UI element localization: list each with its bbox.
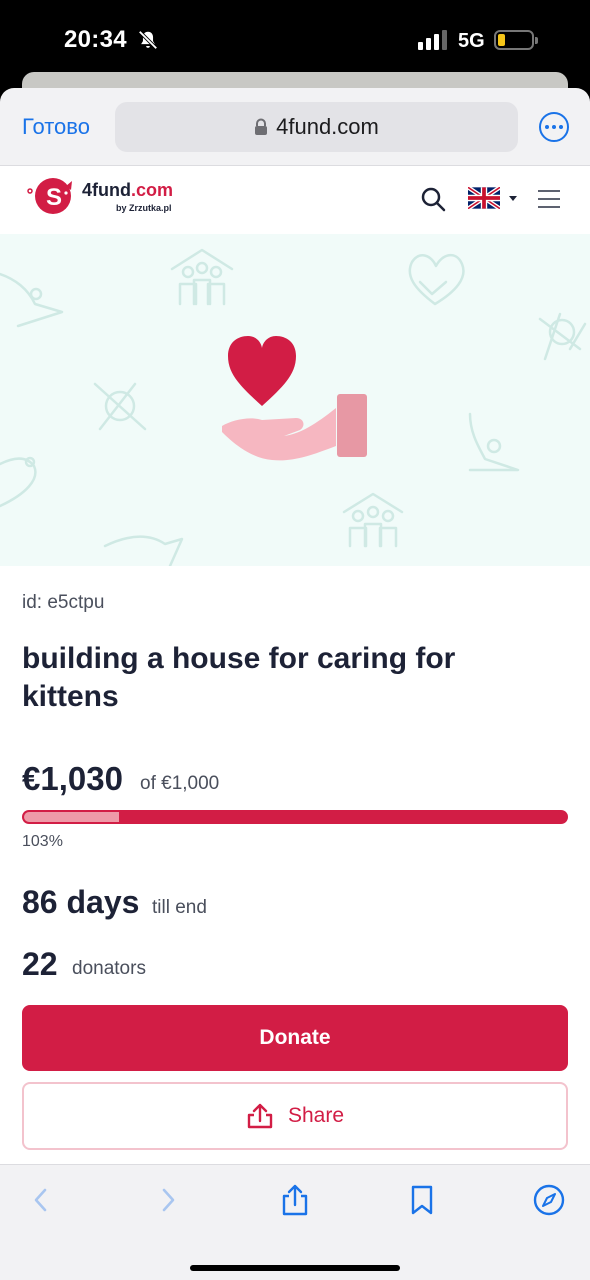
donate-button[interactable]: Donate: [22, 1005, 568, 1071]
browser-toolbar: [0, 1164, 590, 1280]
site-header: S 4fund.com by Zrzutka.pl: [0, 166, 590, 234]
amount-raised: €1,030: [22, 760, 123, 797]
caret-down-icon[interactable]: [509, 196, 517, 201]
goal-amount: of €1,000: [140, 773, 220, 794]
battery-low-icon: [494, 30, 538, 50]
url-text: 4fund.com: [276, 114, 379, 139]
status-bar: 20:34 5G: [0, 0, 590, 80]
search-icon[interactable]: [420, 186, 446, 212]
community-house-icon: [170, 248, 234, 306]
network-type: 5G: [458, 30, 485, 52]
share-button[interactable]: Share: [22, 1082, 568, 1150]
done-button[interactable]: Готово: [22, 114, 90, 140]
piggy-logo-icon: S: [27, 178, 72, 214]
hero-image: [0, 234, 590, 566]
progress-bar: [22, 810, 568, 824]
donors-count: 22: [22, 946, 58, 982]
progress-percent: 103%: [22, 833, 63, 850]
share-icon: [247, 1103, 273, 1129]
uk-flag-icon[interactable]: [468, 187, 500, 209]
status-time: 20:34: [64, 26, 127, 53]
handshake-icon: [538, 312, 587, 361]
svg-text:S: S: [46, 184, 62, 211]
share-label: Share: [287, 1104, 345, 1127]
donors-label: donators: [72, 958, 146, 979]
site-logo[interactable]: S 4fund.com by Zrzutka.pl: [26, 176, 173, 216]
lock-icon: [255, 118, 268, 135]
home-indicator: [190, 1265, 400, 1271]
url-field[interactable]: 4fund.com: [115, 102, 518, 152]
hero-illustration: [0, 248, 587, 566]
days-remaining-label: till end: [152, 897, 207, 918]
compass-icon[interactable]: [532, 1183, 566, 1217]
progress-overflow: [24, 812, 119, 822]
logo-wordmark: 4fund.com: [82, 179, 174, 200]
heart-in-hand-icon: [222, 336, 367, 461]
days-remaining: 86 days: [22, 884, 140, 920]
share-icon[interactable]: [278, 1183, 312, 1217]
fundraiser-id: id: e5ctpu: [22, 592, 105, 613]
fundraiser-details: id: e5ctpu building a house for caring f…: [0, 566, 590, 1164]
browser-address-bar: Готово 4fund.com: [0, 88, 590, 166]
fundraiser-title: building a house for caring for kittens: [22, 642, 456, 713]
menu-icon[interactable]: [538, 190, 560, 208]
more-icon[interactable]: [539, 112, 569, 142]
signal-icon: [418, 30, 447, 50]
logo-tagline: by Zrzutka.pl: [116, 202, 172, 213]
heart-hands-icon: [408, 254, 465, 306]
bell-off-icon: [138, 30, 158, 50]
bookmarks-icon[interactable]: [405, 1183, 439, 1217]
forward-icon[interactable]: [151, 1183, 185, 1217]
helping-hand-icon: [0, 272, 64, 328]
back-icon[interactable]: [24, 1183, 58, 1217]
